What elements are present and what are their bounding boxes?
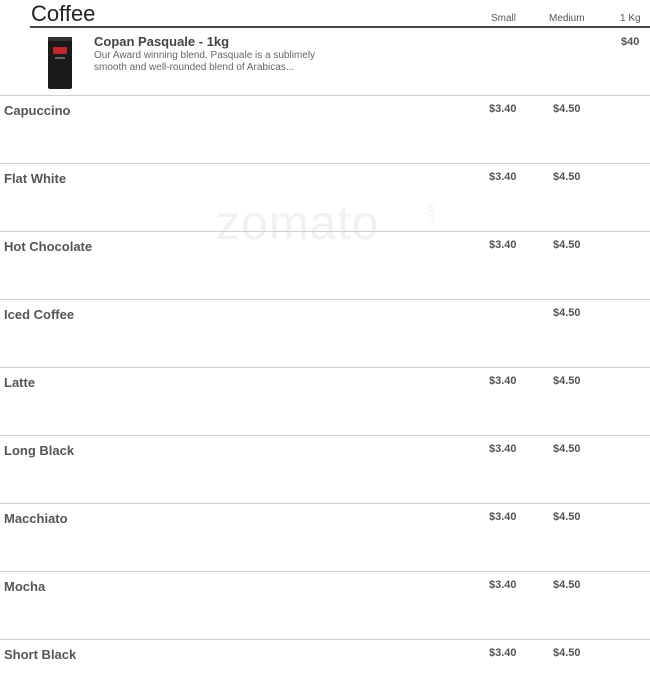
menu-row[interactable]: Long Black $3.40 $4.50	[0, 435, 650, 503]
menu-item-price-small: $3.40	[489, 443, 517, 455]
menu-item-price-medium: $4.50	[553, 375, 581, 387]
column-header-small: Small	[491, 13, 517, 24]
menu-item-name: Short Black	[4, 647, 77, 662]
section-header: Coffee Small Medium 1 Kg	[0, 0, 650, 28]
menu-item-name: Hot Chocolate	[4, 239, 93, 254]
menu-item-price-small: $3.40	[489, 103, 517, 115]
featured-item-description: Our Award winning blend. Pasquale is a s…	[94, 50, 316, 73]
menu-item-price-small: $3.40	[489, 511, 517, 523]
menu-item-price-medium: $4.50	[553, 103, 581, 115]
menu-item-price-medium: $4.50	[553, 579, 581, 591]
featured-item[interactable]: Copan Pasquale - 1kg Our Award winning b…	[0, 28, 650, 95]
menu-row[interactable]: Flat White $3.40 $4.50	[0, 163, 650, 231]
menu-item-name: Iced Coffee	[4, 307, 75, 322]
menu-row[interactable]: Short Black $3.40 $4.50	[0, 639, 650, 686]
menu-item-price-medium: $4.50	[553, 307, 581, 319]
menu-row[interactable]: Iced Coffee $4.50	[0, 299, 650, 367]
featured-item-name: Copan Pasquale - 1kg	[94, 34, 230, 49]
menu-item-price-medium: $4.50	[553, 647, 581, 659]
menu-item-name: Macchiato	[4, 511, 68, 526]
menu-item-price-medium: $4.50	[553, 171, 581, 183]
menu-row[interactable]: Hot Chocolate $3.40 $4.50	[0, 231, 650, 299]
menu-item-price-medium: $4.50	[553, 239, 581, 251]
menu-item-price-small: $3.40	[489, 647, 517, 659]
menu-item-price-medium: $4.50	[553, 511, 581, 523]
menu-row[interactable]: Capuccino $3.40 $4.50	[0, 95, 650, 163]
menu-item-name: Mocha	[4, 579, 46, 594]
menu-item-price-small: $3.40	[489, 375, 517, 387]
featured-item-price-1kg: $40	[621, 36, 640, 48]
menu-item-name: Capuccino	[4, 103, 71, 118]
menu-item-name: Long Black	[4, 443, 75, 458]
menu-item-price-small: $3.40	[489, 239, 517, 251]
menu-item-name: Flat White	[4, 171, 67, 186]
menu-item-name: Latte	[4, 375, 36, 390]
menu-row[interactable]: Mocha $3.40 $4.50	[0, 571, 650, 639]
menu-item-price-small: $3.40	[489, 171, 517, 183]
column-header-1kg: 1 Kg	[620, 13, 641, 24]
column-header-medium: Medium	[549, 13, 585, 24]
coffee-bag-image	[48, 37, 72, 89]
menu-row[interactable]: Latte $3.40 $4.50	[0, 367, 650, 435]
menu-item-price-medium: $4.50	[553, 443, 581, 455]
section-title: Coffee	[31, 1, 96, 26]
menu-item-price-small: $3.40	[489, 579, 517, 591]
menu-row[interactable]: Macchiato $3.40 $4.50	[0, 503, 650, 571]
